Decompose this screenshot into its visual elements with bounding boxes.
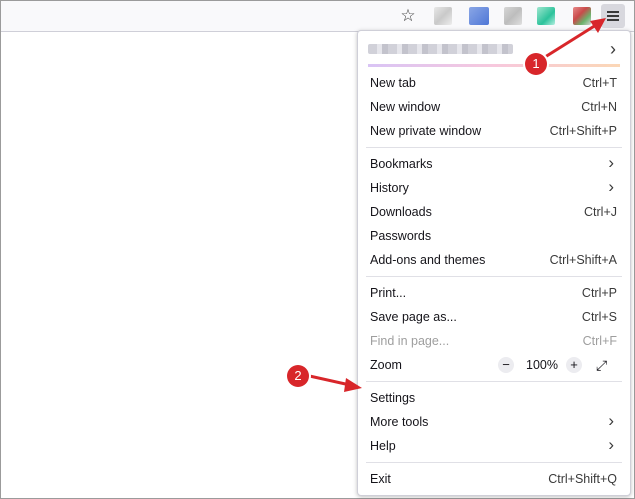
annotation-arrows <box>304 18 606 392</box>
annotation-badge-1: 1 <box>525 53 547 75</box>
annotation-badge-2: 2 <box>287 365 309 387</box>
